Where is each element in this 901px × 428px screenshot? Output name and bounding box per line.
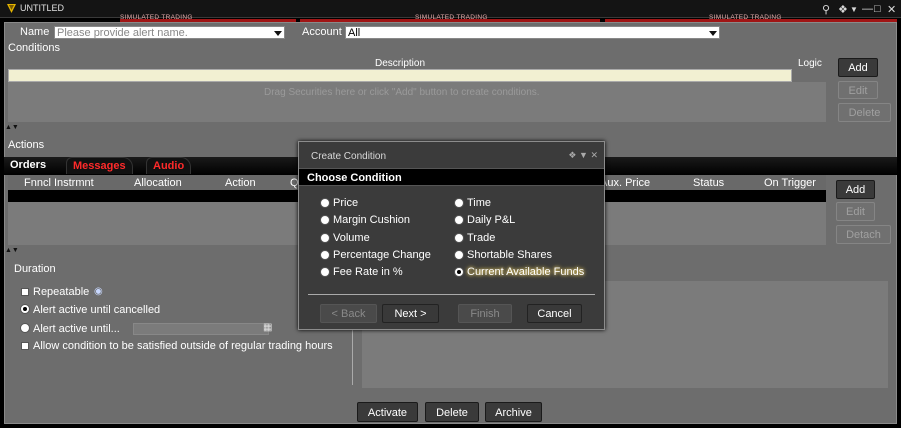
name-label: Name [20, 26, 50, 38]
splitter-arrows-icon[interactable]: ▲▼ [5, 124, 19, 131]
info-icon[interactable]: ◉ [94, 286, 103, 297]
duration-label: Duration [14, 263, 56, 275]
tab-audio[interactable]: Audio [146, 157, 192, 174]
chevron-down-icon[interactable] [709, 31, 717, 36]
outside-hours-checkbox[interactable] [21, 342, 29, 350]
delete-alert-button[interactable]: Delete [425, 402, 479, 422]
dialog-title: Create Condition [311, 151, 387, 162]
activate-button[interactable]: Activate [357, 402, 418, 422]
dialog-separator [308, 294, 595, 295]
condition-description-row[interactable] [8, 69, 792, 82]
next-button[interactable]: Next > [382, 304, 439, 323]
outside-hours-label: Allow condition to be satisfied outside … [33, 340, 333, 352]
column-header[interactable]: On Trigger [764, 177, 816, 189]
column-header[interactable]: Fnncl Instrmnt [24, 177, 94, 189]
edit-order-button[interactable]: Edit [836, 202, 875, 221]
window-title: UNTITLED [20, 3, 65, 13]
account-select[interactable]: All [345, 26, 720, 39]
alert-name-input[interactable]: Please provide alert name. [54, 26, 285, 39]
active-until-label: Alert active until... [33, 323, 120, 335]
finish-button[interactable]: Finish [458, 304, 512, 323]
close-icon[interactable]: ✕ [887, 3, 896, 16]
edit-condition-button[interactable]: Edit [838, 81, 878, 99]
restore-icon[interactable]: □ [874, 3, 881, 15]
chevron-down-icon[interactable] [274, 31, 282, 36]
detach-button[interactable]: Detach [836, 225, 891, 244]
column-header[interactable]: Aux. Price [600, 177, 650, 189]
title-bar: UNTITLED SIMULATED TRADING SIMULATED TRA… [0, 0, 901, 21]
chevron-down-icon[interactable]: ▼ [850, 5, 858, 14]
cancel-button[interactable]: Cancel [527, 304, 582, 323]
column-header[interactable]: Action [225, 177, 256, 189]
repeatable-checkbox[interactable] [21, 288, 29, 296]
minimize-icon[interactable]: — [862, 3, 873, 15]
back-button[interactable]: < Back [320, 304, 377, 323]
alert-name-placeholder: Please provide alert name. [57, 27, 188, 39]
delete-condition-button[interactable]: Delete [838, 103, 891, 122]
description-header: Description [375, 58, 426, 69]
account-value: All [348, 27, 361, 39]
splitter-arrows-icon[interactable]: ▲▼ [5, 247, 19, 254]
pin-icon[interactable]: ❖ [838, 3, 848, 16]
archive-button[interactable]: Archive [485, 402, 542, 422]
choose-condition-heading: Choose Condition [307, 172, 402, 184]
chevron-down-icon[interactable]: ▼ [579, 150, 588, 160]
column-header[interactable]: Allocation [134, 177, 182, 189]
close-icon[interactable]: ✕ [590, 150, 598, 160]
dialog-header: Choose Condition [299, 168, 604, 186]
conditions-placeholder: Drag Securities here or click "Add" butt… [264, 87, 540, 98]
repeatable-label: Repeatable [33, 286, 90, 298]
account-label: Account [302, 26, 342, 38]
tab-orders[interactable]: Orders [4, 157, 52, 174]
add-order-button[interactable]: Add [836, 180, 875, 199]
add-condition-button[interactable]: Add [838, 58, 878, 77]
logic-header: Logic [798, 58, 822, 69]
create-condition-dialog: Create Condition ❖ ▼ ✕ Choose Condition … [298, 141, 605, 330]
actions-label: Actions [8, 139, 45, 151]
until-cancelled-radio[interactable] [20, 304, 30, 314]
until-cancelled-label: Alert active until cancelled [33, 304, 161, 316]
column-header[interactable]: Status [693, 177, 724, 189]
dialog-controls: ❖ ▼ ✕ [568, 150, 598, 161]
active-until-date-field[interactable] [133, 323, 269, 335]
pin-icon[interactable]: ❖ [568, 150, 576, 160]
app-logo-icon [7, 4, 16, 13]
conditions-drop-area[interactable]: Drag Securities here or click "Add" butt… [8, 82, 826, 122]
conditions-label: Conditions [8, 42, 60, 54]
active-until-radio[interactable] [20, 323, 30, 333]
tab-messages[interactable]: Messages [66, 157, 133, 174]
calendar-icon[interactable]: ▦ [263, 322, 272, 333]
search-icon[interactable]: ⚲ [822, 3, 830, 16]
